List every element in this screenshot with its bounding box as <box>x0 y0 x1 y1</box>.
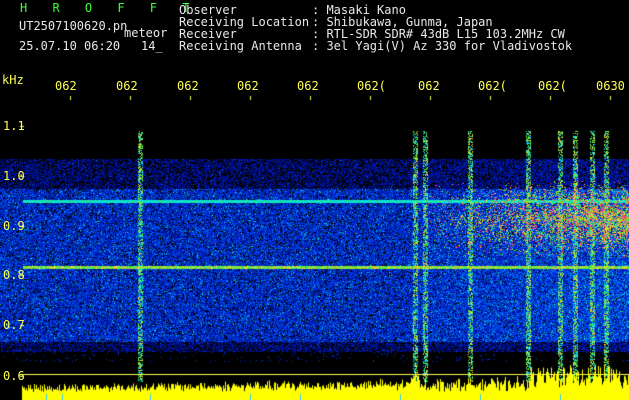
timestamp: 25.07.10 06:20 <box>19 39 121 53</box>
file-name: UT2507100620.pn <box>19 19 128 33</box>
x-tick-label: 062 <box>297 79 319 93</box>
x-tick-label: 062( <box>357 79 386 93</box>
y-tick-label: 0.6 <box>3 369 25 383</box>
x-tick-label: 062 <box>237 79 259 93</box>
file-suffix: meteor <box>124 26 168 40</box>
spectrogram-canvas <box>0 62 629 400</box>
x-tick-label: 062( <box>478 79 507 93</box>
x-tick-label: 062 <box>116 79 138 93</box>
y-tick-label: 0.9 <box>3 219 25 233</box>
x-tick-label: 062 <box>55 79 77 93</box>
app-title: H R O F F T <box>20 1 199 15</box>
y-tick-label: 1.0 <box>3 169 25 183</box>
x-tick-label: 062 <box>418 79 440 93</box>
info-label-antenna: Receiving Antenna <box>179 39 302 53</box>
y-axis-unit-label: kHz <box>2 73 24 87</box>
y-tick-label: 0.7 <box>3 318 25 332</box>
header-panel: H R O F F T UT2507100620.pn meteor 25.07… <box>0 0 629 62</box>
x-tick-label: 062 <box>177 79 199 93</box>
info-value-antenna: : 3el Yagi(V) Az 330 for Vladivostok <box>312 39 573 53</box>
x-tick-label: 062( <box>538 79 567 93</box>
x-tick-label: 0630 <box>596 79 625 93</box>
y-tick-label: 0.8 <box>3 268 25 282</box>
y-tick-label: 1.1 <box>3 119 25 133</box>
detection-count: 14_ <box>141 39 163 53</box>
